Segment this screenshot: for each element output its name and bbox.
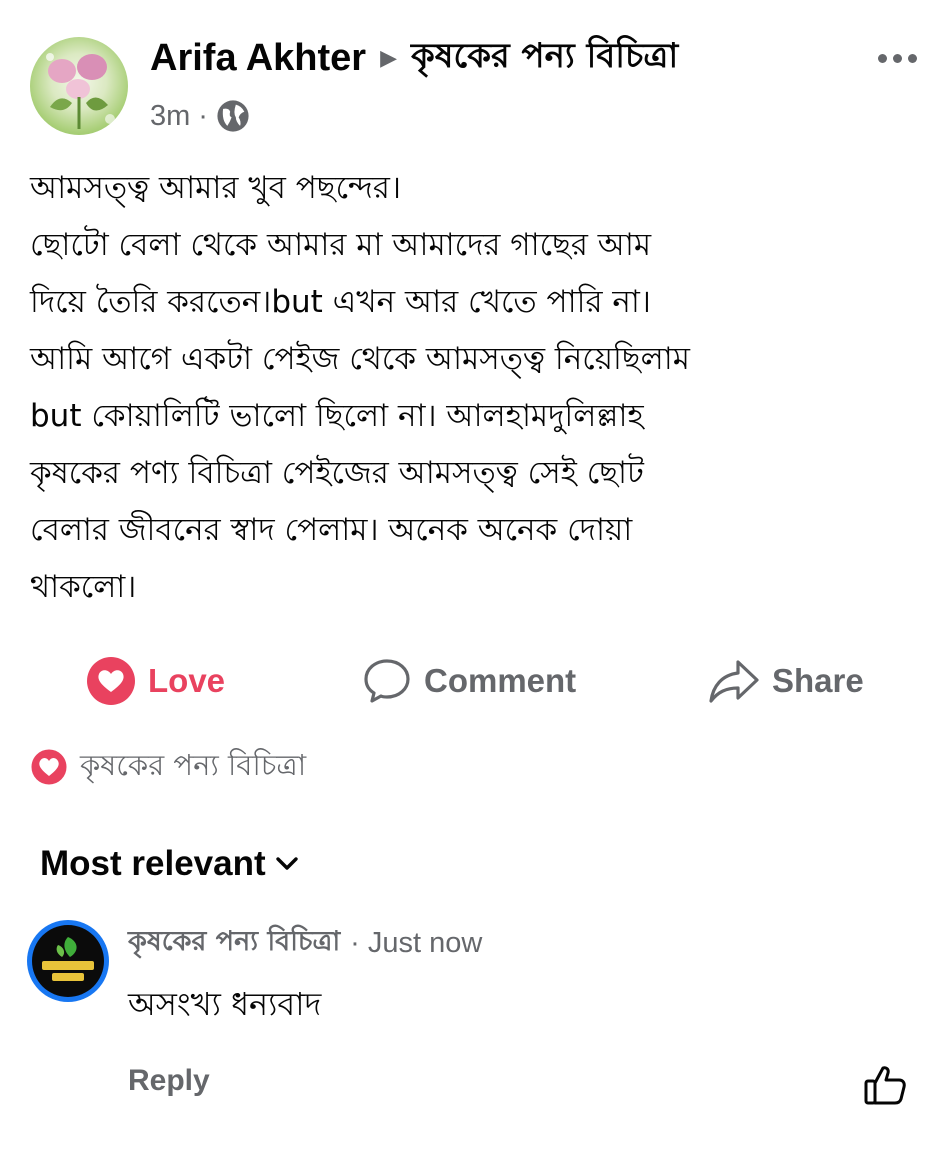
share-icon xyxy=(709,660,759,703)
post-line: দিয়ে তৈরি করতেন।but এখন আর খেতে পারি না… xyxy=(30,284,651,320)
comment-header: কৃষকের পন্য বিচিত্রা · Just now xyxy=(128,918,482,968)
reaction-summary[interactable]: কৃষকের পন্য বিচিত্রা xyxy=(30,742,306,792)
sort-label: Most relevant xyxy=(40,844,266,883)
dot-icon xyxy=(907,53,917,63)
right-triangle-icon: ▶ xyxy=(380,45,398,70)
author-name[interactable]: Arifa Akhter xyxy=(150,37,366,80)
chevron-down-icon xyxy=(275,857,298,870)
comment-text: অসংখ্য ধন্যবাদ xyxy=(128,985,322,1023)
post-text: আমসত্ত্ব আমার খুব পছন্দের। ছোটো বেলা থেক… xyxy=(30,160,930,616)
share-label: Share xyxy=(772,662,864,699)
group-name[interactable]: কৃষকের পন্য বিচিত্রা xyxy=(411,30,678,87)
reaction-summary-text: কৃষকের পন্য বিচিত্রা xyxy=(80,747,307,782)
dot-icon xyxy=(892,53,902,63)
thumbs-up-icon xyxy=(864,1066,906,1105)
author-avatar[interactable] xyxy=(30,37,128,135)
post-header-title: Arifa Akhter ▶ কৃষকের পন্য বিচিত্রা xyxy=(150,34,678,82)
like-comment-button[interactable] xyxy=(862,1062,908,1108)
post-line: ছোটো বেলা থেকে আমার মা আমাদের গাছের আম xyxy=(30,227,652,263)
commenter-name[interactable]: কৃষকের পন্য বিচিত্রা xyxy=(128,921,340,966)
post-line: আমি আগে একটা পেইজ থেকে আমসত্ত্ব নিয়েছিল… xyxy=(30,341,690,377)
comment-time: · Just now xyxy=(350,926,483,959)
reply-button[interactable]: Reply xyxy=(128,1058,210,1104)
post-time[interactable]: 3m xyxy=(150,100,190,133)
post-line: থাকলো। xyxy=(30,569,137,605)
post-line: আমসত্ত্ব আমার খুব পছন্দের। xyxy=(30,170,402,206)
post-line: but কোয়ালিটি ভালো ছিলো না। আলহামদুলিল্ল… xyxy=(30,398,644,434)
love-reaction-icon xyxy=(30,748,68,786)
more-options-button[interactable] xyxy=(868,40,926,76)
post-line: বেলার জীবনের স্বাদ পেলাম। অনেক অনেক দোয়… xyxy=(30,512,633,548)
page-logo-image xyxy=(42,937,94,981)
share-button[interactable]: Share xyxy=(708,652,864,710)
meta-separator: · xyxy=(198,99,208,132)
love-label: Love xyxy=(148,662,226,699)
comment-label: Comment xyxy=(424,662,577,699)
globe-icon[interactable] xyxy=(216,99,250,133)
comment-button[interactable]: Comment xyxy=(362,652,576,710)
commenter-avatar[interactable] xyxy=(27,920,109,1002)
comment-icon xyxy=(364,659,410,703)
dot-icon xyxy=(877,53,887,63)
post-meta: 3m · xyxy=(150,96,250,136)
post-line: কৃষকের পণ্য বিচিত্রা পেইজের আমসত্ত্ব সেই… xyxy=(30,455,644,491)
love-button[interactable]: Love xyxy=(86,652,225,710)
flower-avatar-image xyxy=(46,53,115,129)
love-icon xyxy=(87,657,135,705)
comment-sort-dropdown[interactable]: Most relevant xyxy=(40,838,300,890)
